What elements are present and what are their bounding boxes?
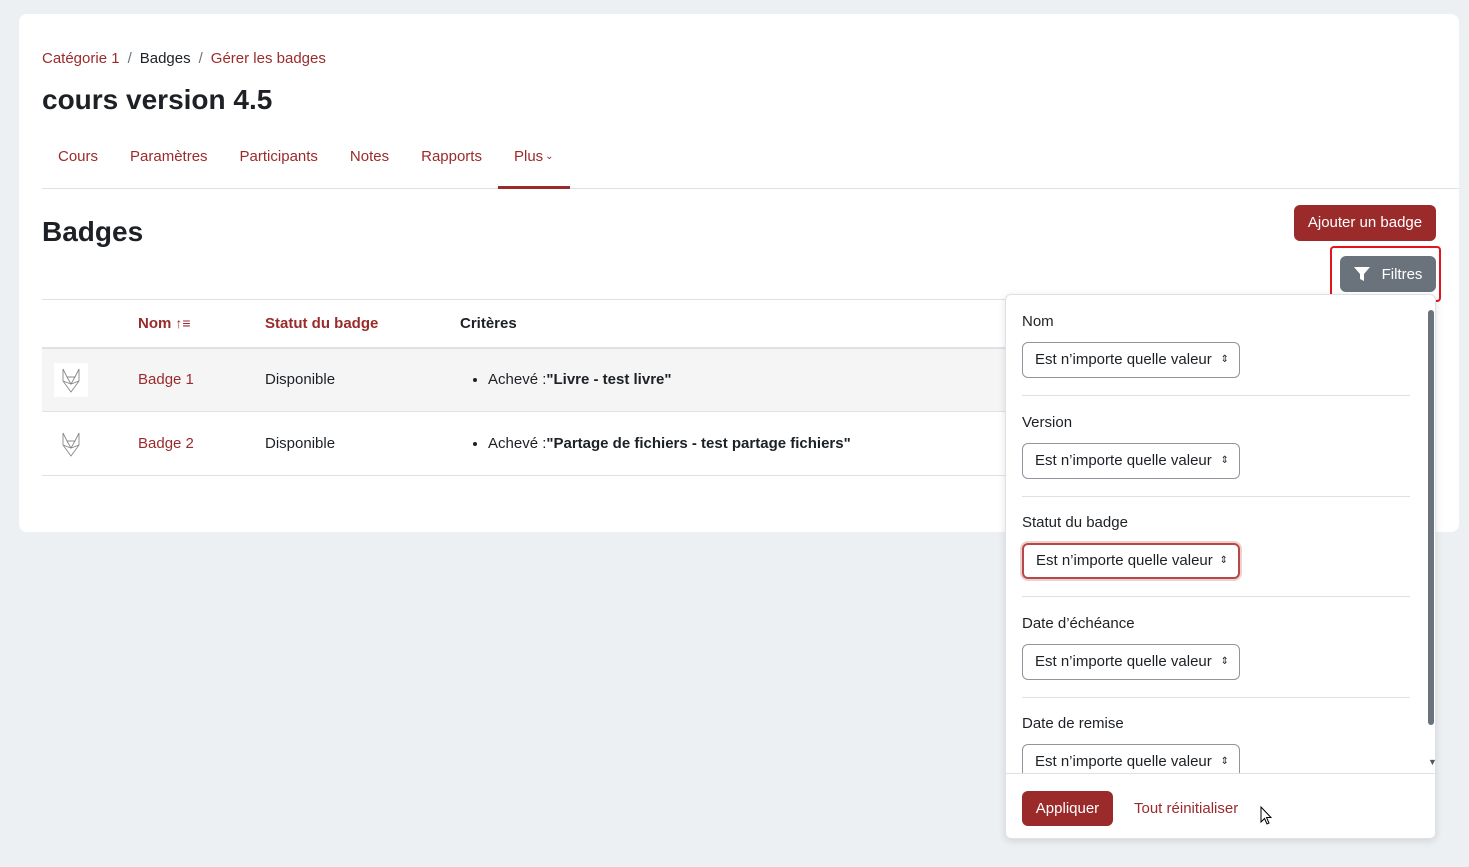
badge-link[interactable]: Badge 2 xyxy=(138,435,194,452)
select-arrows-icon: ⇕ xyxy=(1220,354,1229,365)
select-value: Est n’importe quelle valeur xyxy=(1036,552,1213,569)
course-title: cours version 4.5 xyxy=(42,84,273,115)
column-header-status[interactable]: Statut du badge xyxy=(253,299,448,349)
badge-name-cell: Badge 1 xyxy=(126,347,253,412)
select-value: Est n’importe quelle valeur xyxy=(1035,653,1212,670)
image-column-header xyxy=(42,299,126,349)
tab-rapports[interactable]: Rapports xyxy=(405,132,498,188)
table-header-row: Nom ↑≡ Statut du badge Critères xyxy=(42,299,1042,349)
breadcrumb: Catégorie 1 / Badges / Gérer les badges xyxy=(42,50,326,67)
mouse-cursor-icon xyxy=(1260,806,1272,825)
badge-fox-image xyxy=(62,432,80,457)
filter-label: Version xyxy=(1022,414,1073,431)
table-row: Badge 2 Disponible Achevé :"Partage de f… xyxy=(42,411,1042,476)
reset-all-link[interactable]: Tout réinitialiser xyxy=(1134,800,1238,817)
column-header-criteria: Critères xyxy=(448,299,1042,349)
criteria-value: "Partage de fichiers - test partage fich… xyxy=(546,435,851,452)
filter-group-status: Statut du badge Est n’importe quelle val… xyxy=(1022,514,1410,597)
column-header-name[interactable]: Nom ↑≡ xyxy=(126,299,253,349)
filters-scroll-area[interactable]: Nom Est n’importe quelle valeur ⇕ Version… xyxy=(1006,295,1437,773)
tab-label: Cours xyxy=(58,148,99,165)
apply-button[interactable]: Appliquer xyxy=(1022,791,1113,826)
criteria-item: Achevé :"Livre - test livre" xyxy=(488,371,1030,388)
breadcrumb-separator: / xyxy=(198,50,203,67)
tab-plus[interactable]: Plus ⌄ xyxy=(497,132,570,189)
filter-label: Date d’échéance xyxy=(1022,615,1135,632)
select-value: Est n’importe quelle valeur xyxy=(1035,452,1212,469)
select-value: Est n’importe quelle valeur xyxy=(1035,351,1212,368)
badge-name-cell: Badge 2 xyxy=(126,411,253,476)
select-arrows-icon: ⇕ xyxy=(1220,656,1229,667)
select-arrows-icon: ⇕ xyxy=(1220,455,1229,466)
filter-name-select[interactable]: Est n’importe quelle valeur ⇕ xyxy=(1022,342,1240,378)
add-badge-button[interactable]: Ajouter un badge xyxy=(1294,205,1436,241)
badges-heading: Badges xyxy=(42,216,144,247)
tab-notes[interactable]: Notes xyxy=(334,132,405,188)
badge-criteria-cell: Achevé :"Livre - test livre" xyxy=(448,347,1042,412)
tab-label: Rapports xyxy=(421,148,482,165)
filters-label: Filtres xyxy=(1381,265,1423,283)
filter-group-version: Version Est n’importe quelle valeur ⇕ xyxy=(1022,414,1410,497)
column-label: Nom xyxy=(138,314,172,332)
badge-status-cell: Disponible xyxy=(253,347,448,412)
filters-dropdown: Nom Est n’importe quelle valeur ⇕ Version… xyxy=(1005,294,1437,840)
filter-label: Nom xyxy=(1022,313,1054,330)
select-value: Est n’importe quelle valeur xyxy=(1035,753,1212,770)
tab-label: Plus xyxy=(513,148,544,165)
scroll-down-icon[interactable]: ▼ xyxy=(1428,757,1437,767)
breadcrumb-separator: / xyxy=(127,50,132,67)
filter-due-date-select[interactable]: Est n’importe quelle valeur ⇕ xyxy=(1022,644,1240,680)
chevron-down-icon: ⌄ xyxy=(545,151,554,162)
breadcrumb-category[interactable]: Catégorie 1 xyxy=(42,50,120,67)
badge-image-cell xyxy=(42,411,126,476)
criteria-prefix: Achevé : xyxy=(488,435,547,452)
tab-label: Participants xyxy=(239,148,318,165)
tab-label: Paramètres xyxy=(130,148,208,165)
filter-submission-date-select[interactable]: Est n’importe quelle valeur ⇕ xyxy=(1022,744,1240,773)
tab-cours[interactable]: Cours xyxy=(42,132,114,188)
breadcrumb-manage-badges[interactable]: Gérer les badges xyxy=(211,50,326,67)
badge-image-cell xyxy=(42,347,126,412)
tab-participants[interactable]: Participants xyxy=(224,132,334,188)
filters-button[interactable]: Filtres xyxy=(1340,256,1436,292)
filters-footer: Appliquer Tout réinitialiser xyxy=(1006,773,1437,840)
filter-group-name: Nom Est n’importe quelle valeur ⇕ xyxy=(1022,313,1410,396)
tab-label: Notes xyxy=(349,148,390,165)
badge-criteria-cell: Achevé :"Partage de fichiers - test part… xyxy=(448,411,1042,476)
course-nav: Cours Paramètres Participants Notes Rapp… xyxy=(42,132,1459,189)
select-arrows-icon: ⇕ xyxy=(1219,555,1228,566)
criteria-prefix: Achevé : xyxy=(488,371,547,389)
filter-label: Statut du badge xyxy=(1022,514,1128,531)
scrollbar[interactable] xyxy=(1428,310,1434,725)
filter-group-due-date: Date d’échéance Est n’importe quelle val… xyxy=(1022,615,1410,698)
badge-link[interactable]: Badge 1 xyxy=(138,371,194,388)
criteria-value: "Livre - test livre" xyxy=(546,371,672,389)
breadcrumb-badges: Badges xyxy=(139,50,191,67)
select-arrows-icon: ⇕ xyxy=(1220,756,1229,767)
badge-status-cell: Disponible xyxy=(253,411,448,476)
filter-status-select[interactable]: Est n’importe quelle valeur ⇕ xyxy=(1022,543,1240,579)
table-row: Badge 1 Disponible Achevé :"Livre - test… xyxy=(42,347,1042,412)
badges-table: Nom ↑≡ Statut du badge Critères Badge 1 D… xyxy=(42,299,1042,476)
badge-fox-image xyxy=(54,362,88,397)
tab-parametres[interactable]: Paramètres xyxy=(114,132,224,188)
filter-label: Date de remise xyxy=(1022,715,1124,732)
criteria-item: Achevé :"Partage de fichiers - test part… xyxy=(488,435,1030,452)
filter-version-select[interactable]: Est n’importe quelle valeur ⇕ xyxy=(1022,443,1240,479)
filter-group-submission-date: Date de remise Est n’importe quelle vale… xyxy=(1022,715,1410,773)
filter-icon xyxy=(1353,267,1370,281)
sort-ascending-icon: ↑≡ xyxy=(175,314,191,331)
